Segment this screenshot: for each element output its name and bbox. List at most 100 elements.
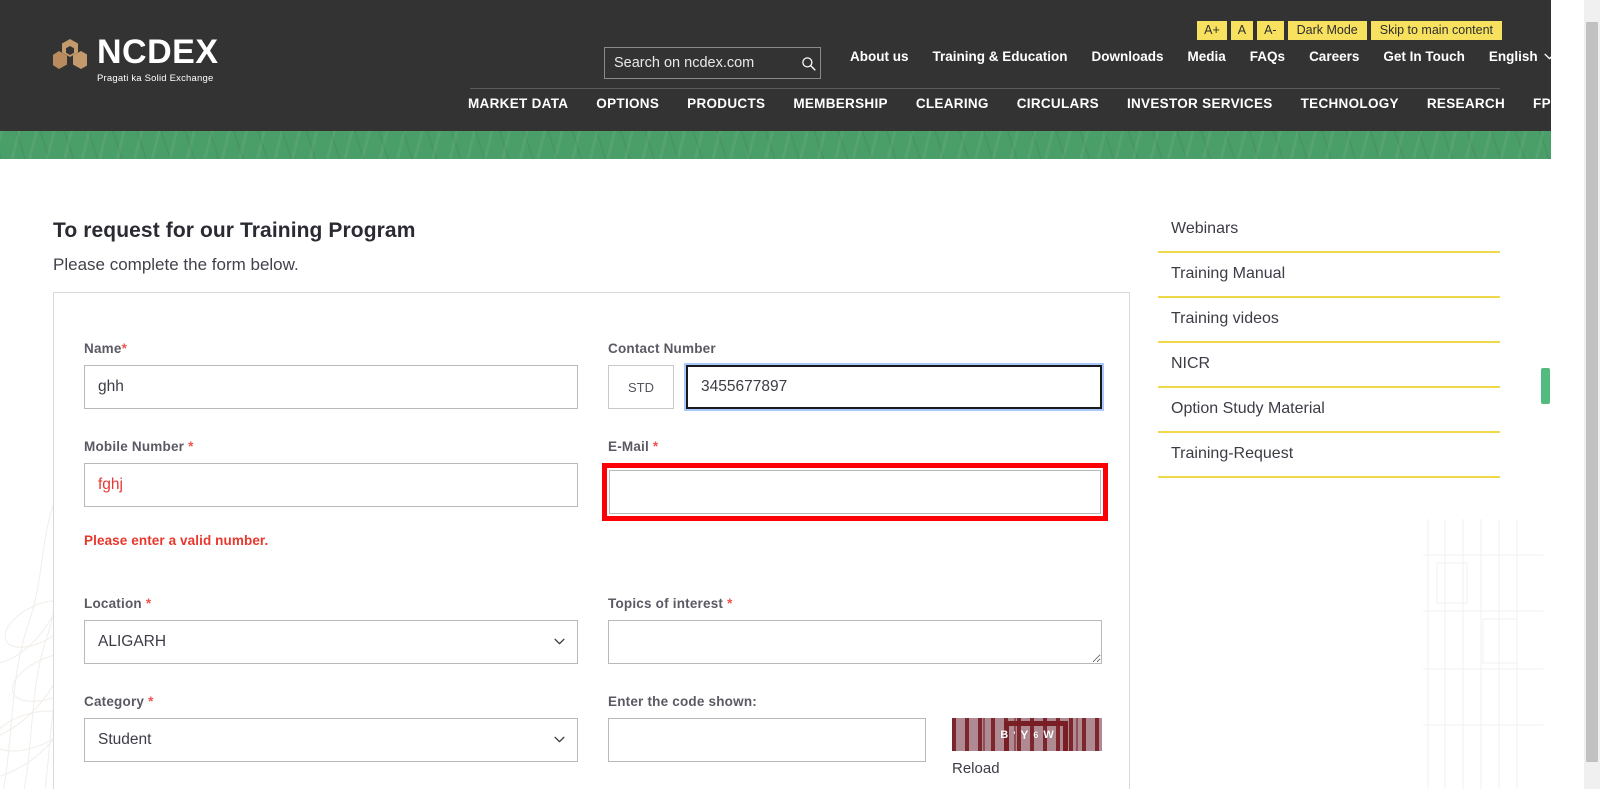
email-input[interactable] <box>609 470 1101 514</box>
name-label: Name* <box>84 341 578 356</box>
sidebar-item-option-study-material[interactable]: Option Study Material <box>1158 388 1500 433</box>
logo-wordmark: NCDEX <box>97 33 219 71</box>
location-select-wrapper <box>84 620 578 664</box>
green-hero-banner <box>0 131 1551 159</box>
mobile-number-label-text: Mobile Number <box>84 439 185 454</box>
util-nav-downloads[interactable]: Downloads <box>1092 49 1164 64</box>
util-nav-training-education[interactable]: Training & Education <box>933 49 1068 64</box>
language-selector[interactable]: English <box>1489 49 1551 64</box>
email-validation-highlight <box>602 463 1108 521</box>
email-label: E-Mail * <box>608 439 1102 454</box>
main-nav-membership[interactable]: MEMBERSHIP <box>793 96 888 111</box>
location-required-marker: * <box>145 596 152 611</box>
topics-label-text: Topics of interest <box>608 596 724 611</box>
chevron-down-icon <box>1544 53 1551 60</box>
dark-mode-toggle-button[interactable]: Dark Mode <box>1287 21 1367 40</box>
main-nav-circulars[interactable]: CIRCULARS <box>1017 96 1099 111</box>
main-nav-technology[interactable]: TECHNOLOGY <box>1301 96 1399 111</box>
category-label-text: Category <box>84 694 145 709</box>
email-required-marker: * <box>652 439 659 454</box>
sidebar-item-training-manual[interactable]: Training Manual <box>1158 253 1500 298</box>
sidebar: Webinars Training Manual Training videos… <box>1158 208 1500 478</box>
location-select[interactable] <box>84 620 578 664</box>
site-header: NCDEX Pragati ka Solid Exchange A+ A A- … <box>0 0 1551 131</box>
reset-font-size-button[interactable]: A <box>1230 21 1254 40</box>
site-logo[interactable]: NCDEX Pragati ka Solid Exchange <box>53 35 219 84</box>
page-title: To request for our Training Program <box>53 219 416 242</box>
main-content: To request for our Training Program Plea… <box>0 159 1551 789</box>
captcha-input[interactable] <box>608 718 926 762</box>
captcha-char-1: B <box>1000 728 1009 741</box>
field-mobile-number: Mobile Number * Please enter a valid num… <box>84 439 578 548</box>
captcha-image: B ' Y 6 W <box>952 718 1102 751</box>
mobile-number-input[interactable] <box>84 463 578 507</box>
category-select[interactable] <box>84 718 578 762</box>
main-nav-fpo[interactable]: FPO <box>1533 96 1551 111</box>
topics-textarea[interactable] <box>608 620 1102 664</box>
search-box[interactable] <box>604 47 821 79</box>
field-category: Category * <box>84 694 578 762</box>
header-divider <box>470 88 1500 89</box>
util-nav-faqs[interactable]: FAQs <box>1250 49 1285 64</box>
contact-number-input[interactable] <box>686 365 1102 409</box>
location-label-text: Location <box>84 596 142 611</box>
increase-font-size-button[interactable]: A+ <box>1197 21 1227 40</box>
sidebar-item-training-videos[interactable]: Training videos <box>1158 298 1500 343</box>
category-select-wrapper <box>84 718 578 762</box>
sidebar-item-nicr[interactable]: NICR <box>1158 343 1500 388</box>
util-nav-media[interactable]: Media <box>1188 49 1226 64</box>
util-nav-careers[interactable]: Careers <box>1309 49 1359 64</box>
search-icon[interactable] <box>801 56 816 71</box>
main-nav: MARKET DATA OPTIONS PRODUCTS MEMBERSHIP … <box>468 96 1551 111</box>
recycle-hexagon-logo-icon <box>53 39 87 69</box>
std-code-label: STD <box>628 379 654 395</box>
field-topics-of-interest: Topics of interest * <box>608 596 1102 669</box>
page-subtitle: Please complete the form below. <box>53 255 299 274</box>
field-email: E-Mail * <box>602 439 1108 521</box>
main-nav-clearing[interactable]: CLEARING <box>916 96 989 111</box>
accessibility-toolbar: A+ A A- Dark Mode Skip to main content <box>1197 21 1502 40</box>
main-nav-products[interactable]: PRODUCTS <box>687 96 765 111</box>
name-required-marker: * <box>121 341 128 356</box>
background-illustration-right <box>1423 519 1543 789</box>
sidebar-item-training-request[interactable]: Training-Request <box>1158 433 1500 478</box>
util-nav-get-in-touch[interactable]: Get In Touch <box>1383 49 1465 64</box>
page-root: NCDEX Pragati ka Solid Exchange A+ A A- … <box>0 0 1600 789</box>
captcha-label: Enter the code shown: <box>608 694 757 709</box>
mobile-number-error-message: Please enter a valid number. <box>84 533 269 548</box>
sidebar-item-webinars[interactable]: Webinars <box>1158 208 1500 253</box>
main-nav-market-data[interactable]: MARKET DATA <box>468 96 568 111</box>
logo-tagline: Pragati ka Solid Exchange <box>97 73 214 84</box>
field-contact-number: Contact Number STD <box>608 341 1104 411</box>
field-captcha: Enter the code shown: B ' Y 6 W Reload <box>608 694 1108 777</box>
main-nav-research[interactable]: RESEARCH <box>1427 96 1505 111</box>
email-label-text: E-Mail <box>608 439 649 454</box>
main-nav-options[interactable]: OPTIONS <box>596 96 659 111</box>
name-input[interactable] <box>84 365 578 409</box>
browser-scrollbar-thumb[interactable] <box>1586 22 1598 762</box>
captcha-char-2: ' <box>1013 729 1016 740</box>
captcha-char-3: Y <box>1020 727 1029 742</box>
category-label: Category * <box>84 694 578 709</box>
category-required-marker: * <box>148 694 154 709</box>
captcha-row: B ' Y 6 W Reload <box>608 718 1108 777</box>
main-nav-investor-services[interactable]: INVESTOR SERVICES <box>1127 96 1273 111</box>
name-label-text: Name <box>84 341 122 356</box>
captcha-char-5: W <box>1043 728 1054 741</box>
training-request-form: Name* Contact Number STD <box>53 292 1130 789</box>
skip-to-main-content-link[interactable]: Skip to main content <box>1370 21 1502 40</box>
decrease-font-size-button[interactable]: A- <box>1257 21 1284 40</box>
location-label: Location * <box>84 596 578 611</box>
std-code-box[interactable]: STD <box>608 365 674 409</box>
captcha-char-4: 6 <box>1033 729 1039 740</box>
contact-number-input-wrapper <box>684 363 1104 411</box>
field-name: Name* <box>84 341 578 409</box>
search-input[interactable] <box>614 55 801 71</box>
contact-number-row: STD <box>608 363 1104 411</box>
captcha-reload-link[interactable]: Reload <box>952 760 1102 777</box>
mobile-required-marker: * <box>188 439 194 454</box>
browser-scrollbar[interactable] <box>1584 0 1600 789</box>
topics-required-marker: * <box>727 596 733 611</box>
util-nav-about-us[interactable]: About us <box>850 49 909 64</box>
language-label: English <box>1488 49 1538 64</box>
